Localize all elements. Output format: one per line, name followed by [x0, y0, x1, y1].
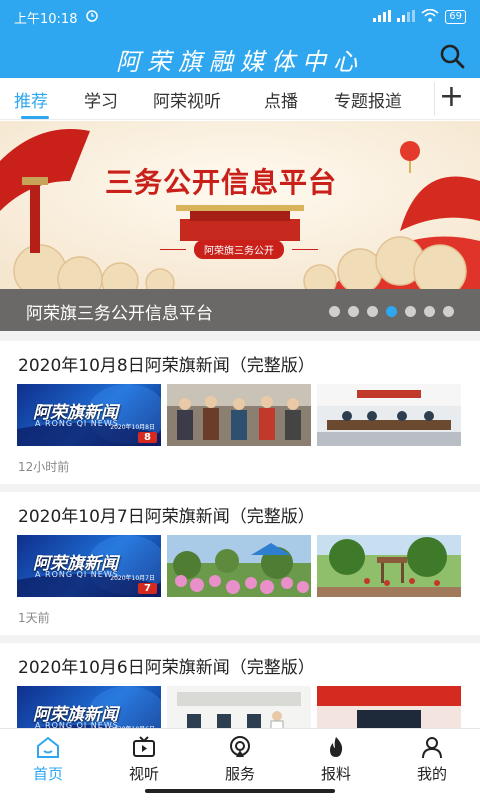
news-title[interactable]: 2020年10月7日阿荣旗新闻（完整版） [18, 502, 315, 527]
news-date-stamp: 2020年10月7日 [110, 575, 155, 582]
news-photo-thumbnail [317, 535, 461, 597]
news-timestamp: 12小时前 [18, 460, 70, 474]
nav-profile[interactable]: 我的 [402, 735, 462, 784]
carousel-dots [329, 306, 454, 317]
banner-carousel[interactable]: 三务公开信息平台 阿荣旗三务公开 阿荣旗三务公开信息平台 [0, 121, 480, 331]
banner-headline: 三务公开信息平台 [105, 166, 338, 199]
news-logo-thumbnail: 阿荣旗新闻 A RONG QI NEWS 2020年10月8日 8 [17, 384, 161, 446]
broadcast-icon [230, 736, 250, 757]
tab-recommend[interactable]: 推荐 [14, 87, 48, 112]
banner-subline-text: 阿荣旗三务公开 [194, 240, 284, 259]
news-logo-sub: A RONG QI NEWS [35, 419, 119, 428]
signal-icon [373, 9, 392, 25]
carousel-dot[interactable] [367, 306, 378, 317]
banner-caption: 阿荣旗三务公开信息平台 [26, 304, 213, 324]
wifi-icon [421, 8, 439, 25]
home-indicator[interactable] [145, 789, 335, 793]
news-episode-badge: 7 [138, 583, 157, 594]
user-icon [422, 737, 442, 759]
tab-on-demand[interactable]: 点播 [264, 87, 298, 112]
home-icon [37, 736, 59, 758]
status-time: 上午10:18 [14, 11, 78, 27]
carousel-dot[interactable] [405, 306, 416, 317]
nav-profile-label: 我的 [416, 765, 447, 783]
status-bar: 上午10:18 69 [0, 0, 480, 34]
news-thumbnails: 阿荣旗新闻 A RONG QI NEWS 2020年10月8日 8 [17, 384, 461, 446]
nav-report[interactable]: 报料 [306, 735, 366, 784]
news-item[interactable]: 2020年10月7日阿荣旗新闻（完整版） 阿荣旗新闻 A RONG QI NEW… [0, 492, 480, 643]
news-logo-thumbnail: 阿荣旗新闻 A RONG QI NEWS 2020年10月7日 7 [17, 535, 161, 597]
news-logo-sub: A RONG QI NEWS [35, 570, 119, 579]
carousel-dot[interactable] [443, 306, 454, 317]
active-tab-indicator [21, 116, 49, 119]
news-photo-thumbnail [317, 384, 461, 446]
carousel-dot[interactable] [424, 306, 435, 317]
nav-service-label: 服务 [224, 765, 255, 783]
add-tab-button[interactable]: + [434, 82, 468, 116]
tab-arong-av[interactable]: 阿荣视听 [153, 87, 221, 112]
news-item[interactable]: 2020年10月8日阿荣旗新闻（完整版） 阿荣旗新闻 A RONG QI NEW… [0, 341, 480, 492]
news-item[interactable]: 2020年10月6日阿荣旗新闻（完整版） 阿荣旗新闻 A RONG QI NEW… [0, 643, 480, 748]
signal2-icon [397, 9, 416, 25]
banner-subline: 阿荣旗三务公开 [160, 240, 318, 259]
carousel-dot-active[interactable] [386, 306, 397, 317]
banner-caption-bar: 阿荣旗三务公开信息平台 [0, 289, 480, 331]
nav-home[interactable]: 首页 [18, 735, 78, 784]
app-title: 阿荣旗融媒体中心 [116, 48, 364, 76]
carousel-dot[interactable] [348, 306, 359, 317]
news-photo-thumbnail [167, 535, 311, 597]
banner-image [0, 121, 480, 289]
news-title[interactable]: 2020年10月6日阿荣旗新闻（完整版） [18, 653, 315, 678]
nav-report-label: 报料 [320, 765, 351, 783]
flame-icon [330, 737, 343, 757]
carousel-dot[interactable] [329, 306, 340, 317]
alarm-icon [85, 8, 99, 26]
nav-service[interactable]: 服务 [210, 735, 270, 784]
nav-home-label: 首页 [32, 765, 63, 783]
news-date-stamp: 2020年10月8日 [110, 424, 155, 431]
section-divider [0, 331, 480, 341]
search-icon [440, 44, 465, 69]
news-photo-thumbnail [167, 384, 311, 446]
news-episode-badge: 8 [138, 432, 157, 443]
news-title[interactable]: 2020年10月8日阿荣旗新闻（完整版） [18, 351, 315, 376]
nav-av[interactable]: 视听 [114, 735, 174, 784]
category-tabs: 推荐 学习 阿荣视听 点播 专题报道 + [0, 78, 480, 120]
tab-fade [392, 78, 432, 119]
tab-study[interactable]: 学习 [84, 87, 118, 112]
news-thumbnails: 阿荣旗新闻 A RONG QI NEWS 2020年10月7日 7 [17, 535, 461, 597]
news-timestamp: 1天前 [18, 611, 50, 625]
tv-icon [133, 736, 155, 757]
search-button[interactable] [438, 42, 466, 70]
nav-av-label: 视听 [128, 765, 159, 783]
battery-icon: 69 [445, 10, 466, 24]
app-header: 阿荣旗融媒体中心 [0, 34, 480, 78]
